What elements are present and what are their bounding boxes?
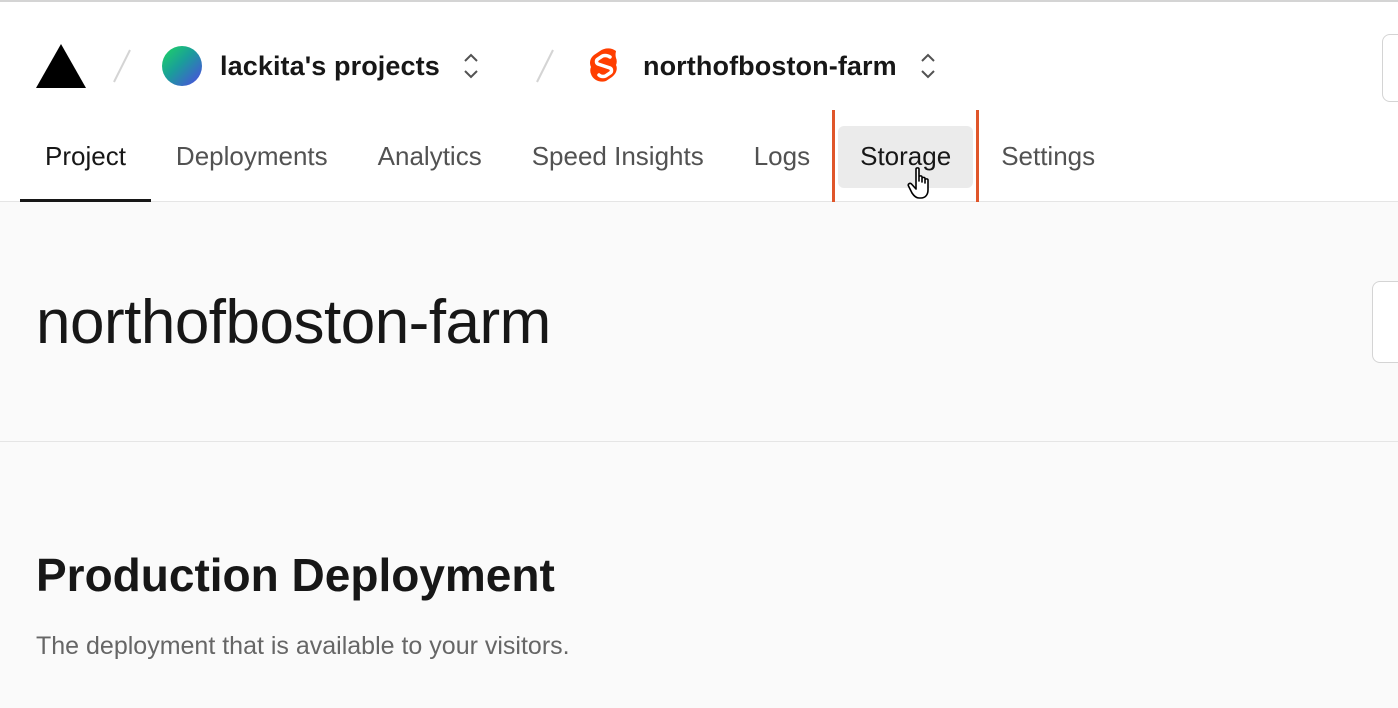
chevron-up-down-icon[interactable]	[462, 50, 480, 82]
project-name: northofboston-farm	[643, 50, 897, 81]
header-action-button[interactable]	[1382, 34, 1398, 102]
project-tabs: Project Deployments Analytics Speed Insi…	[20, 110, 1120, 202]
production-deployment-heading: Production Deployment	[36, 549, 555, 601]
hero-action-button[interactable]	[1372, 281, 1398, 363]
breadcrumb-separator-icon	[536, 49, 554, 83]
project-switcher[interactable]: northofboston-farm	[584, 42, 937, 90]
tab-storage[interactable]: Storage	[832, 110, 980, 202]
tab-speed-insights[interactable]: Speed Insights	[507, 110, 729, 202]
team-avatar-icon	[162, 46, 202, 86]
pointer-hand-cursor-icon	[907, 167, 929, 199]
production-deployment-description: The deployment that is available to your…	[36, 632, 570, 660]
tab-logs[interactable]: Logs	[729, 110, 835, 202]
tab-analytics[interactable]: Analytics	[353, 110, 507, 202]
tab-settings[interactable]: Settings	[976, 110, 1120, 202]
breadcrumb-separator-icon	[113, 49, 131, 83]
team-name: lackita's projects	[220, 50, 440, 81]
chevron-up-down-icon[interactable]	[919, 50, 937, 82]
svelte-icon	[584, 45, 626, 87]
team-switcher[interactable]: lackita's projects	[162, 42, 480, 90]
vercel-logo-icon[interactable]	[36, 44, 86, 88]
tab-project[interactable]: Project	[20, 110, 151, 202]
top-navigation: lackita's projects northofboston-farm Pr…	[0, 2, 1398, 202]
tab-deployments[interactable]: Deployments	[151, 110, 353, 202]
project-hero: northofboston-farm	[0, 203, 1398, 442]
page-title: northofboston-farm	[36, 288, 551, 357]
